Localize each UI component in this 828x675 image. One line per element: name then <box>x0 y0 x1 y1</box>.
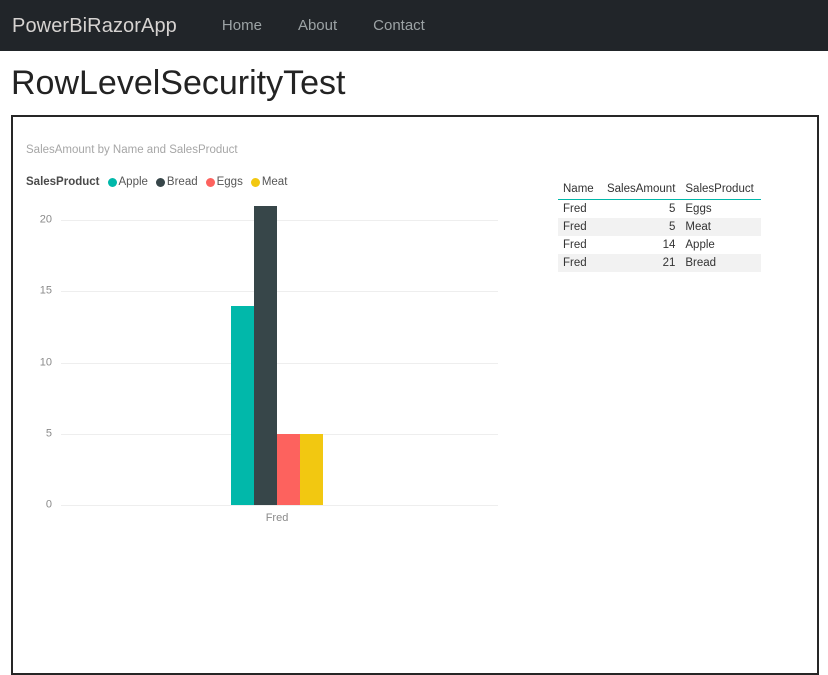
chart-bars[interactable] <box>61 205 498 505</box>
nav-link-about[interactable]: About <box>280 18 355 33</box>
cell-salesamount: 5 <box>668 203 676 215</box>
legend-item-meat[interactable]: Meat <box>250 175 288 189</box>
gridline: 0 <box>46 499 498 510</box>
cell-name: Fred <box>563 239 587 251</box>
legend-label-apple: Apple <box>118 176 148 188</box>
table-body: Fred 5 Eggs Fred 5 Meat Fred 14 Apple Fred 21 Bread <box>558 200 761 272</box>
y-axis-tick-label: 5 <box>45 427 52 440</box>
legend-item-eggs[interactable]: Eggs <box>205 175 243 189</box>
y-axis-tick-label: 10 <box>39 356 52 368</box>
bar-meat[interactable] <box>300 433 323 505</box>
chart-legend: SalesProduct Apple Bread Eggs Meat <box>26 175 295 189</box>
data-table-visual[interactable]: Name SalesAmount SalesProduct Fred 5 Eggs F… <box>558 180 778 272</box>
navbar-links: Home About Contact <box>204 18 443 33</box>
cell-salesproduct: Meat <box>680 218 761 236</box>
legend-swatch-icon <box>107 177 117 187</box>
cell-name: Fred <box>563 203 587 215</box>
column-header-salesproduct[interactable]: SalesProduct <box>680 180 761 200</box>
top-navbar: PowerBiRazorApp Home About Contact <box>0 0 828 51</box>
powerbi-report-container[interactable]: SalesAmount by Name and SalesProduct Sal… <box>11 115 819 675</box>
cell-salesproduct: Eggs <box>685 203 712 215</box>
legend-label-meat: Meat <box>261 176 288 188</box>
cell-salesamount: 5 <box>599 218 681 236</box>
legend-swatch-icon <box>250 177 260 187</box>
sales-table: Name SalesAmount SalesProduct Fred 5 Eggs F… <box>558 180 761 272</box>
legend-item-bread[interactable]: Bread <box>155 175 198 189</box>
table-row[interactable]: Fred 5 Eggs <box>558 200 761 219</box>
cell-name: Fred <box>558 218 600 236</box>
legend-label-bread: Bread <box>166 176 198 188</box>
legend-swatch-icon <box>155 177 165 187</box>
chart-plot-area: 0 5 10 15 20 Fred <box>40 205 498 524</box>
cell-salesproduct: Bread <box>680 254 761 272</box>
y-axis-tick-label: 20 <box>39 213 52 226</box>
legend-swatch-icon <box>205 177 215 187</box>
nav-link-home[interactable]: Home <box>204 18 280 33</box>
table-row[interactable]: Fred 21 Bread <box>558 254 761 272</box>
table-row[interactable]: Fred 14 Apple <box>558 236 761 254</box>
bar-apple[interactable] <box>231 305 254 505</box>
cell-salesamount: 14 <box>662 239 676 251</box>
x-axis-category-label: Fred <box>265 512 289 524</box>
bar-eggs[interactable] <box>277 433 300 505</box>
nav-link-contact[interactable]: Contact <box>355 18 443 33</box>
y-axis-tick-label: 15 <box>39 284 52 297</box>
legend-item-apple[interactable]: Apple <box>107 175 148 189</box>
column-header-salesamount[interactable]: SalesAmount <box>599 180 681 200</box>
y-axis-tick-label: 0 <box>45 498 52 511</box>
page-title: RowLevelSecurityTest <box>11 64 346 102</box>
cell-name: Fred <box>558 254 600 272</box>
table-row[interactable]: Fred 5 Meat <box>558 218 761 236</box>
column-header-name[interactable]: Name <box>558 180 600 200</box>
bar-bread[interactable] <box>254 205 277 505</box>
bar-chart-visual[interactable]: SalesAmount by Name and SalesProduct Sal… <box>13 117 533 537</box>
navbar-brand[interactable]: PowerBiRazorApp <box>12 16 177 36</box>
legend-label-eggs: Eggs <box>216 176 243 188</box>
table-header-row: Name SalesAmount SalesProduct <box>558 180 761 200</box>
cell-salesamount: 21 <box>599 254 681 272</box>
chart-title: SalesAmount by Name and SalesProduct <box>26 144 238 156</box>
cell-salesproduct: Apple <box>685 239 715 251</box>
legend-title: SalesProduct <box>26 176 100 188</box>
